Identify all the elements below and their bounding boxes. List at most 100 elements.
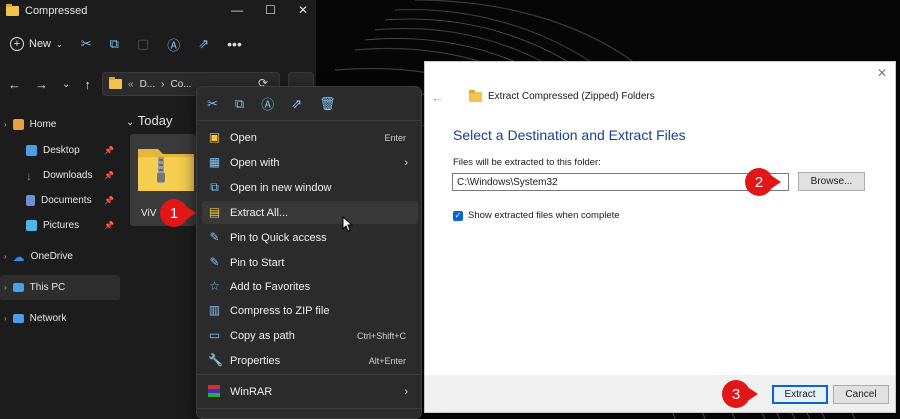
cut-icon[interactable]: ✂ (81, 36, 92, 52)
extract-button[interactable]: Extract (772, 385, 828, 404)
cloud-icon: ☁ (12, 249, 25, 264)
zip-icon: ▥ (208, 303, 221, 317)
star-icon: ☆ (209, 279, 220, 293)
copy-icon[interactable]: ⧉ (110, 36, 119, 52)
chevron-right-icon: › (161, 78, 165, 90)
group-label: Today (137, 113, 173, 128)
command-bar: + New ⌄ ✂ ⧉ ▢ Ⓐ ⇗ ••• (0, 30, 316, 58)
context-menu-quick-actions: ✂ ⧉ Ⓐ ⇗ 🗑 (197, 87, 421, 121)
navigation-pane: › Home Desktop 📌 ↓ Downloads 📌 Documents… (0, 112, 120, 331)
checkbox-label: Show extracted files when complete (468, 210, 620, 221)
file-name-label: ViV (141, 208, 157, 219)
paste-icon[interactable]: ▢ (137, 36, 149, 52)
breadcrumb-item[interactable]: D... (140, 79, 156, 90)
delete-icon[interactable]: 🗑 (319, 96, 336, 112)
copy-icon[interactable]: ⧉ (235, 96, 244, 112)
menu-separator (197, 408, 421, 409)
back-arrow-icon[interactable]: ← (8, 77, 21, 92)
chevron-right-icon: › (4, 314, 7, 323)
destination-field[interactable] (452, 173, 789, 191)
extract-dialog: ✕ ← Extract Compressed (Zipped) Folders … (424, 61, 896, 413)
sidebar-item-label: OneDrive (30, 251, 73, 262)
extract-icon: ▤ (208, 205, 221, 219)
cut-icon[interactable]: ✂ (207, 96, 218, 112)
dialog-title-text: Extract Compressed (Zipped) Folders (488, 91, 655, 102)
sidebar-item-this-pc[interactable]: › This PC (0, 275, 120, 300)
window-controls: — ☐ ✕ (231, 3, 308, 17)
plus-icon: + (10, 37, 24, 51)
menu-item-pin-start[interactable]: ✎ Pin to Start (202, 251, 418, 274)
browse-button[interactable]: Browse... (798, 172, 865, 191)
step-pointer (769, 174, 781, 190)
desktop-icon (26, 145, 37, 156)
sidebar-item-pictures[interactable]: Pictures 📌 (0, 213, 120, 238)
folder-icon (6, 4, 19, 16)
zip-folder-icon (469, 89, 482, 102)
recent-chevron-icon[interactable]: ⌄ (62, 79, 70, 90)
shortcut-label: Enter (384, 132, 406, 143)
close-icon[interactable]: ✕ (298, 3, 308, 17)
menu-item-open-new-window[interactable]: ⧉ Open in new window (202, 176, 418, 199)
menu-item-extract-all[interactable]: ▤ Extract All... (202, 201, 418, 224)
pictures-icon (26, 220, 37, 231)
pin-start-icon: ✎ (209, 255, 220, 269)
step-pointer (184, 205, 196, 221)
menu-item-open[interactable]: ▣ Open Enter (202, 126, 418, 149)
menu-item-copy-path[interactable]: ▭ Copy as path Ctrl+Shift+C (202, 324, 418, 347)
pin-icon: 📌 (104, 171, 114, 180)
more-icon[interactable]: ••• (227, 36, 242, 52)
sidebar-item-onedrive[interactable]: › ☁ OneDrive (0, 244, 120, 269)
chevron-right-icon: › (4, 252, 7, 261)
open-with-icon: ▦ (208, 155, 221, 169)
properties-icon: 🔧 (208, 353, 223, 367)
menu-item-add-favorites[interactable]: ☆ Add to Favorites (202, 275, 418, 298)
forward-arrow-icon[interactable]: → (35, 77, 48, 92)
close-icon[interactable]: ✕ (877, 66, 887, 80)
minimize-icon[interactable]: — (231, 3, 243, 17)
sidebar-item-label: Desktop (43, 145, 80, 156)
folder-icon (109, 77, 122, 89)
sidebar-item-downloads[interactable]: ↓ Downloads 📌 (0, 163, 120, 188)
maximize-icon[interactable]: ☐ (265, 3, 276, 17)
menu-item-winrar[interactable]: WinRAR › (202, 380, 418, 403)
menu-item-label: Open in new window (230, 181, 332, 194)
sidebar-item-desktop[interactable]: Desktop 📌 (0, 138, 120, 163)
pin-icon: 📌 (104, 221, 114, 230)
menu-item-properties[interactable]: 🔧 Properties Alt+Enter (202, 349, 418, 372)
dialog-footer: Extract Cancel (425, 375, 895, 412)
dialog-heading: Select a Destination and Extract Files (453, 127, 686, 143)
sidebar-item-documents[interactable]: Documents 📌 (0, 188, 120, 213)
up-arrow-icon[interactable]: ↑ (84, 77, 91, 92)
shortcut-label: Alt+Enter (368, 355, 406, 366)
menu-item-pin-quick-access[interactable]: ✎ Pin to Quick access (202, 226, 418, 249)
sidebar-item-label: Documents (41, 195, 92, 206)
rename-icon[interactable]: Ⓐ (261, 94, 274, 113)
breadcrumb-item[interactable]: Co... (170, 79, 191, 90)
winrar-icon (208, 385, 220, 397)
cancel-button[interactable]: Cancel (833, 385, 889, 404)
chevron-right-icon: › (4, 120, 7, 129)
checkbox-checked-icon[interactable]: ✓ (453, 210, 463, 221)
share-icon[interactable]: ⇗ (198, 36, 209, 52)
context-menu: ✂ ⧉ Ⓐ ⇗ 🗑 ▣ Open Enter ▦ Open with › ⧉ O… (196, 86, 422, 419)
copy-path-icon: ▭ (208, 328, 221, 342)
pin-icon: 📌 (104, 196, 114, 205)
new-button[interactable]: + New ⌄ (10, 37, 63, 51)
show-files-checkbox-row[interactable]: ✓ Show extracted files when complete (453, 210, 620, 221)
sidebar-item-home[interactable]: › Home (0, 112, 120, 137)
menu-item-compress-zip[interactable]: ▥ Compress to ZIP file (202, 299, 418, 322)
open-icon: ▣ (208, 130, 221, 144)
back-arrow-icon[interactable]: ← (431, 90, 444, 105)
share-icon[interactable]: ⇗ (291, 96, 302, 112)
sidebar-item-network[interactable]: › Network (0, 306, 120, 331)
shortcut-label: Ctrl+Shift+C (356, 330, 406, 341)
sidebar-item-label: This PC (29, 282, 66, 293)
step-marker-3: 3 (722, 380, 758, 408)
rename-icon[interactable]: Ⓐ (167, 35, 180, 54)
chevron-down-icon: ⌄ (126, 117, 135, 128)
menu-item-label: WinRAR (230, 385, 273, 398)
zip-folder-icon (138, 149, 194, 191)
menu-item-open-with[interactable]: ▦ Open with › (202, 151, 418, 174)
group-header-today[interactable]: ⌄ Today (126, 113, 172, 128)
network-icon (12, 314, 24, 323)
